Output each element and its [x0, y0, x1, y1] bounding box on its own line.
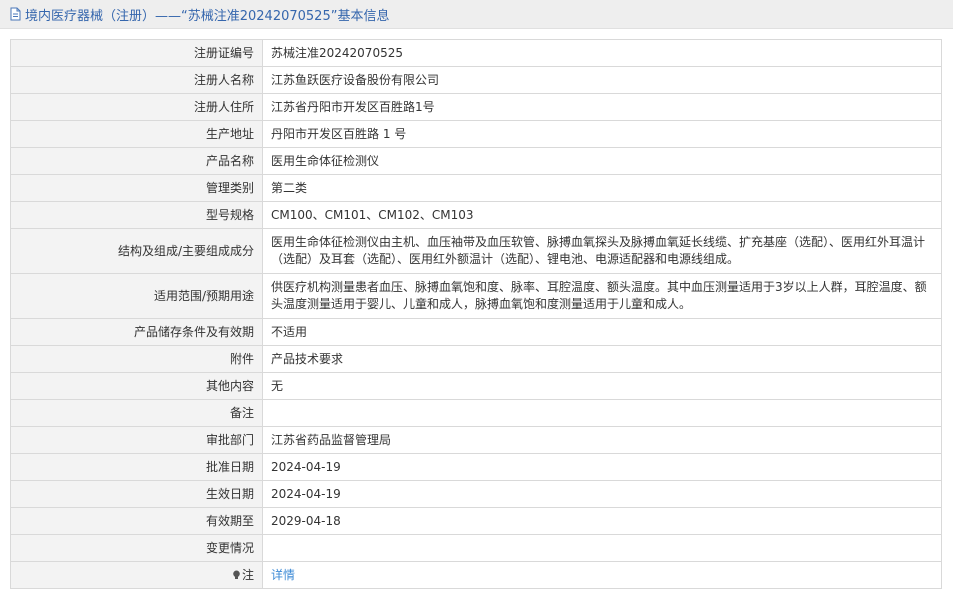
field-label: 管理类别 [10, 174, 263, 202]
field-label: 适用范围/预期用途 [10, 273, 263, 319]
field-value: 产品技术要求 [262, 345, 942, 373]
field-value: 供医疗机构测量患者血压、脉搏血氧饱和度、脉率、耳腔温度、额头温度。其中血压测量适… [262, 273, 942, 319]
field-value: 医用生命体征检测仪由主机、血压袖带及血压软管、脉搏血氧探头及脉搏血氧延长线缆、扩… [262, 228, 942, 274]
field-label: 产品储存条件及有效期 [10, 318, 263, 346]
field-value: 详情 [262, 561, 942, 589]
field-label: 结构及组成/主要组成成分 [10, 228, 263, 274]
table-row: 其他内容 无 [10, 372, 942, 400]
table-row: 结构及组成/主要组成成分 医用生命体征检测仪由主机、血压袖带及血压软管、脉搏血氧… [10, 228, 942, 274]
field-value: 江苏鱼跃医疗设备股份有限公司 [262, 66, 942, 94]
field-value: 江苏省丹阳市开发区百胜路1号 [262, 93, 942, 121]
field-value: 无 [262, 372, 942, 400]
field-label: 审批部门 [10, 426, 263, 454]
page-title: 境内医疗器械（注册）——“苏械注准20242070525”基本信息 [25, 8, 390, 24]
field-value: 江苏省药品监督管理局 [262, 426, 942, 454]
field-value: 苏械注准20242070525 [262, 39, 942, 67]
table-row: 型号规格 CM100、CM101、CM102、CM103 [10, 201, 942, 229]
field-value [262, 399, 942, 427]
field-value: 医用生命体征检测仪 [262, 147, 942, 175]
field-value: CM100、CM101、CM102、CM103 [262, 201, 942, 229]
field-label: 注册证编号 [10, 39, 263, 67]
table-row: 注册人名称 江苏鱼跃医疗设备股份有限公司 [10, 66, 942, 94]
lightbulb-icon [233, 570, 240, 579]
table-row: 适用范围/预期用途 供医疗机构测量患者血压、脉搏血氧饱和度、脉率、耳腔温度、额头… [10, 273, 942, 319]
field-label: 有效期至 [10, 507, 263, 535]
field-label: 生效日期 [10, 480, 263, 508]
table-row: 注 详情 [10, 561, 942, 589]
table-row: 生效日期 2024-04-19 [10, 480, 942, 508]
table-row: 备注 [10, 399, 942, 427]
field-label: 附件 [10, 345, 263, 373]
field-value: 丹阳市开发区百胜路 1 号 [262, 120, 942, 148]
field-label: 变更情况 [10, 534, 263, 562]
table-row: 生产地址 丹阳市开发区百胜路 1 号 [10, 120, 942, 148]
field-value: 2024-04-19 [262, 453, 942, 481]
field-value: 2024-04-19 [262, 480, 942, 508]
field-label: 生产地址 [10, 120, 263, 148]
table-row: 注册人住所 江苏省丹阳市开发区百胜路1号 [10, 93, 942, 121]
note-label-text: 注 [241, 567, 254, 582]
table-row: 审批部门 江苏省药品监督管理局 [10, 426, 942, 454]
field-label: 产品名称 [10, 147, 263, 175]
table-row: 变更情况 [10, 534, 942, 562]
field-label: 其他内容 [10, 372, 263, 400]
table-row: 批准日期 2024-04-19 [10, 453, 942, 481]
field-value: 第二类 [262, 174, 942, 202]
details-link[interactable]: 详情 [271, 568, 295, 582]
field-label: 批准日期 [10, 453, 263, 481]
field-label: 注册人名称 [10, 66, 263, 94]
basic-info-table: 注册证编号 苏械注准20242070525 注册人名称 江苏鱼跃医疗设备股份有限… [10, 39, 942, 589]
field-value [262, 534, 942, 562]
field-label: 注册人住所 [10, 93, 263, 121]
field-value: 不适用 [262, 318, 942, 346]
field-value: 2029-04-18 [262, 507, 942, 535]
table-row: 管理类别 第二类 [10, 174, 942, 202]
table-row: 产品名称 医用生命体征检测仪 [10, 147, 942, 175]
field-label: 型号规格 [10, 201, 263, 229]
table-row: 注册证编号 苏械注准20242070525 [10, 39, 942, 67]
document-icon [10, 7, 21, 21]
table-row: 有效期至 2029-04-18 [10, 507, 942, 535]
field-label: 备注 [10, 399, 263, 427]
table-row: 产品储存条件及有效期 不适用 [10, 318, 942, 346]
page-header: 境内医疗器械（注册）——“苏械注准20242070525”基本信息 [0, 0, 953, 29]
note-label: 注 [10, 561, 263, 589]
table-row: 附件 产品技术要求 [10, 345, 942, 373]
